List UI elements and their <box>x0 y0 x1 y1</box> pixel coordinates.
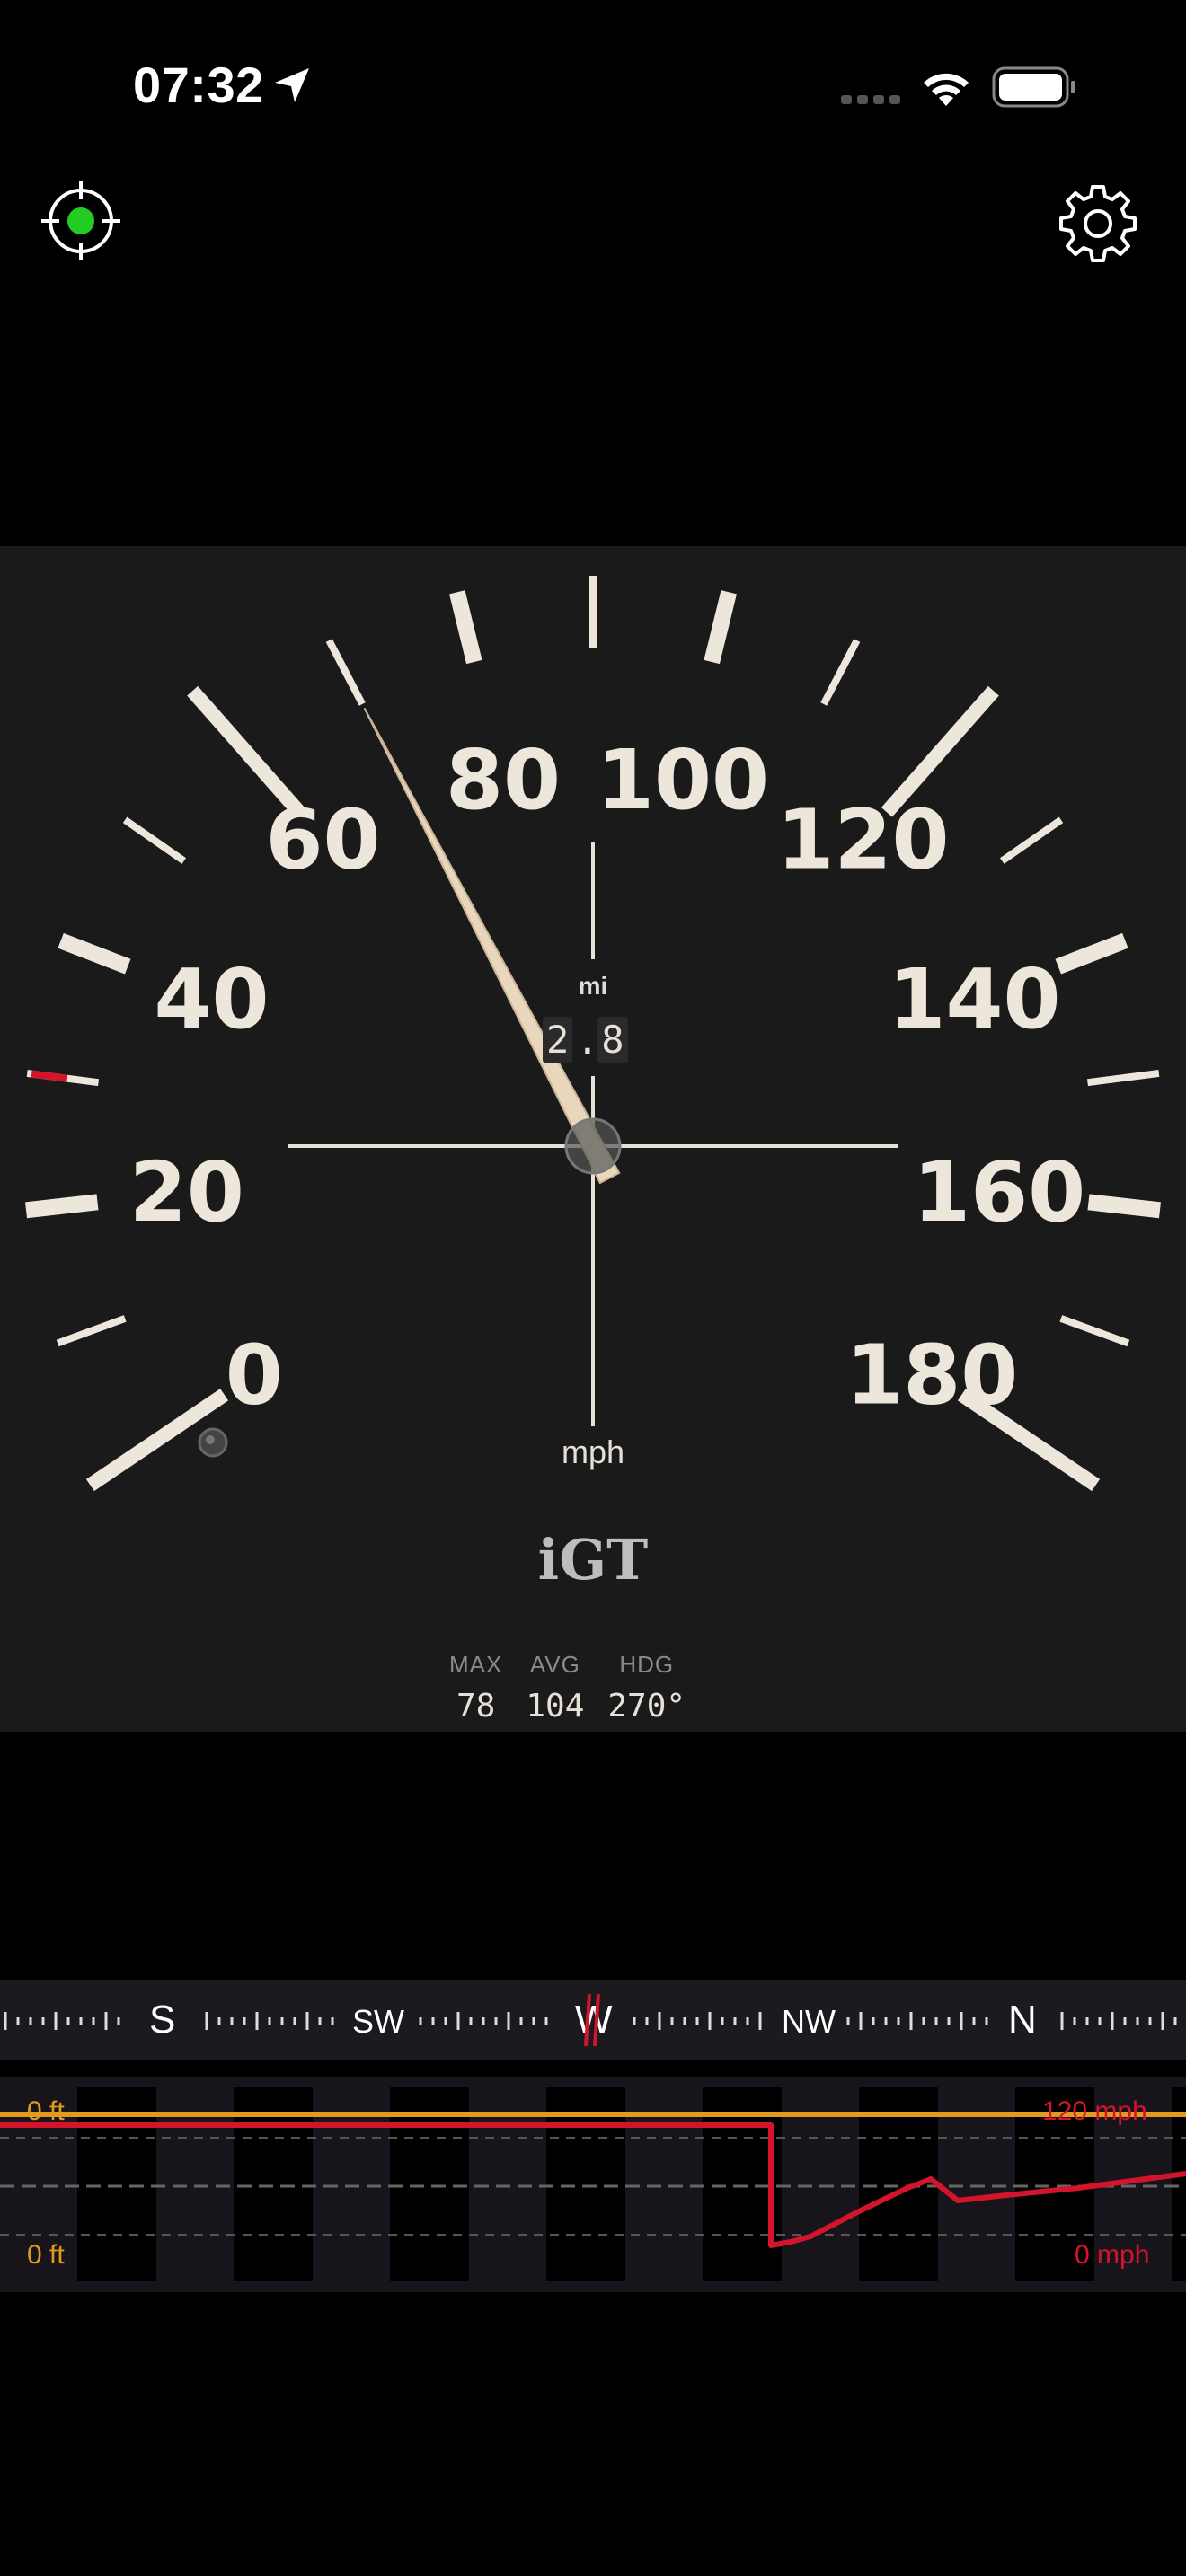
settings-button[interactable] <box>1053 180 1143 269</box>
stat-value: 104 <box>526 1688 585 1725</box>
odometer-unit: mi <box>578 972 608 1000</box>
gps-target-icon <box>41 181 120 260</box>
dial-number: 0 <box>226 1327 283 1423</box>
stat-value: 270° <box>607 1688 686 1725</box>
stat-max: MAX 78 <box>449 1651 502 1725</box>
trace-plot <box>0 2087 1186 2281</box>
wifi-icon <box>924 73 969 106</box>
gear-icon <box>1059 185 1137 262</box>
dial-number: 20 <box>129 1144 244 1240</box>
cellular-signal-icon <box>841 95 900 104</box>
dial-tick <box>122 816 187 864</box>
dial-number: 40 <box>155 951 270 1047</box>
stat-label: AVG <box>529 1651 580 1678</box>
compass-label-s: S <box>149 1998 176 2042</box>
dial-number: 60 <box>265 791 380 887</box>
dial-tick <box>1086 1069 1160 1087</box>
compass-label-sw: SW <box>352 2003 404 2040</box>
dial-accent-tick <box>31 1070 68 1082</box>
dial-tick <box>56 1315 127 1347</box>
odometer-separator: . <box>576 1018 599 1063</box>
gps-status-button[interactable] <box>36 180 126 269</box>
location-arrow-icon <box>275 68 309 102</box>
clock-time: 07:32 <box>133 57 264 113</box>
altitude-max-label: 0 ft <box>27 2096 65 2126</box>
dial-number: 140 <box>888 951 1060 1047</box>
status-bar: 07:32 <box>0 0 1186 180</box>
dial-number: 180 <box>845 1327 1018 1423</box>
speedometer-panel: 0 20 40 60 80 100 120 140 160 180 mi 2 . 8 mph iG… <box>0 546 1186 1732</box>
odometer-digit: 8 <box>597 1017 628 1063</box>
dial-tick <box>999 816 1064 864</box>
dial-number: 100 <box>597 732 769 828</box>
dial-tick <box>325 639 366 706</box>
dial-tick <box>1059 1315 1130 1347</box>
stat-heading: HDG 270° <box>607 1651 686 1725</box>
needle-hub <box>564 1117 622 1175</box>
dial-tick <box>1055 932 1128 975</box>
odometer: 2 . 8 <box>543 1015 628 1065</box>
trip-stats: MAX 78 AVG 104 HDG 270° <box>449 1651 686 1725</box>
stat-label: HDG <box>619 1651 675 1678</box>
brand-logo: iGT <box>537 1527 649 1592</box>
stat-avg: AVG 104 <box>526 1651 584 1725</box>
battery-icon <box>992 66 1075 108</box>
dial-tick <box>820 639 861 706</box>
trip-trace-chart[interactable]: 0 ft 0 ft 120 mph 0 mph <box>0 2077 1186 2292</box>
odometer-digit: 2 <box>543 1017 573 1063</box>
speed-max-label: 120 mph <box>1042 2096 1147 2126</box>
altitude-min-label: 0 ft <box>27 2240 65 2270</box>
heading-marker-icon <box>584 1993 600 2047</box>
dial-tick <box>1087 1194 1161 1219</box>
dial-number: 120 <box>776 791 949 887</box>
dial-tick <box>58 932 131 975</box>
speed-min-label: 0 mph <box>1075 2240 1150 2270</box>
dial-tick <box>25 1194 99 1219</box>
stat-value: 78 <box>456 1688 496 1725</box>
compass-tape[interactable]: S SW W NW N <box>0 1980 1186 2060</box>
speed-unit-label: mph <box>561 1434 625 1470</box>
dial-number: 160 <box>913 1144 1085 1240</box>
compass-label-n: N <box>1008 1998 1037 2042</box>
dial-number: 80 <box>446 732 561 828</box>
dial-tick <box>704 590 737 665</box>
compass-label-nw: NW <box>782 2003 836 2040</box>
dial-tick <box>449 590 482 665</box>
stat-label: MAX <box>449 1651 503 1678</box>
